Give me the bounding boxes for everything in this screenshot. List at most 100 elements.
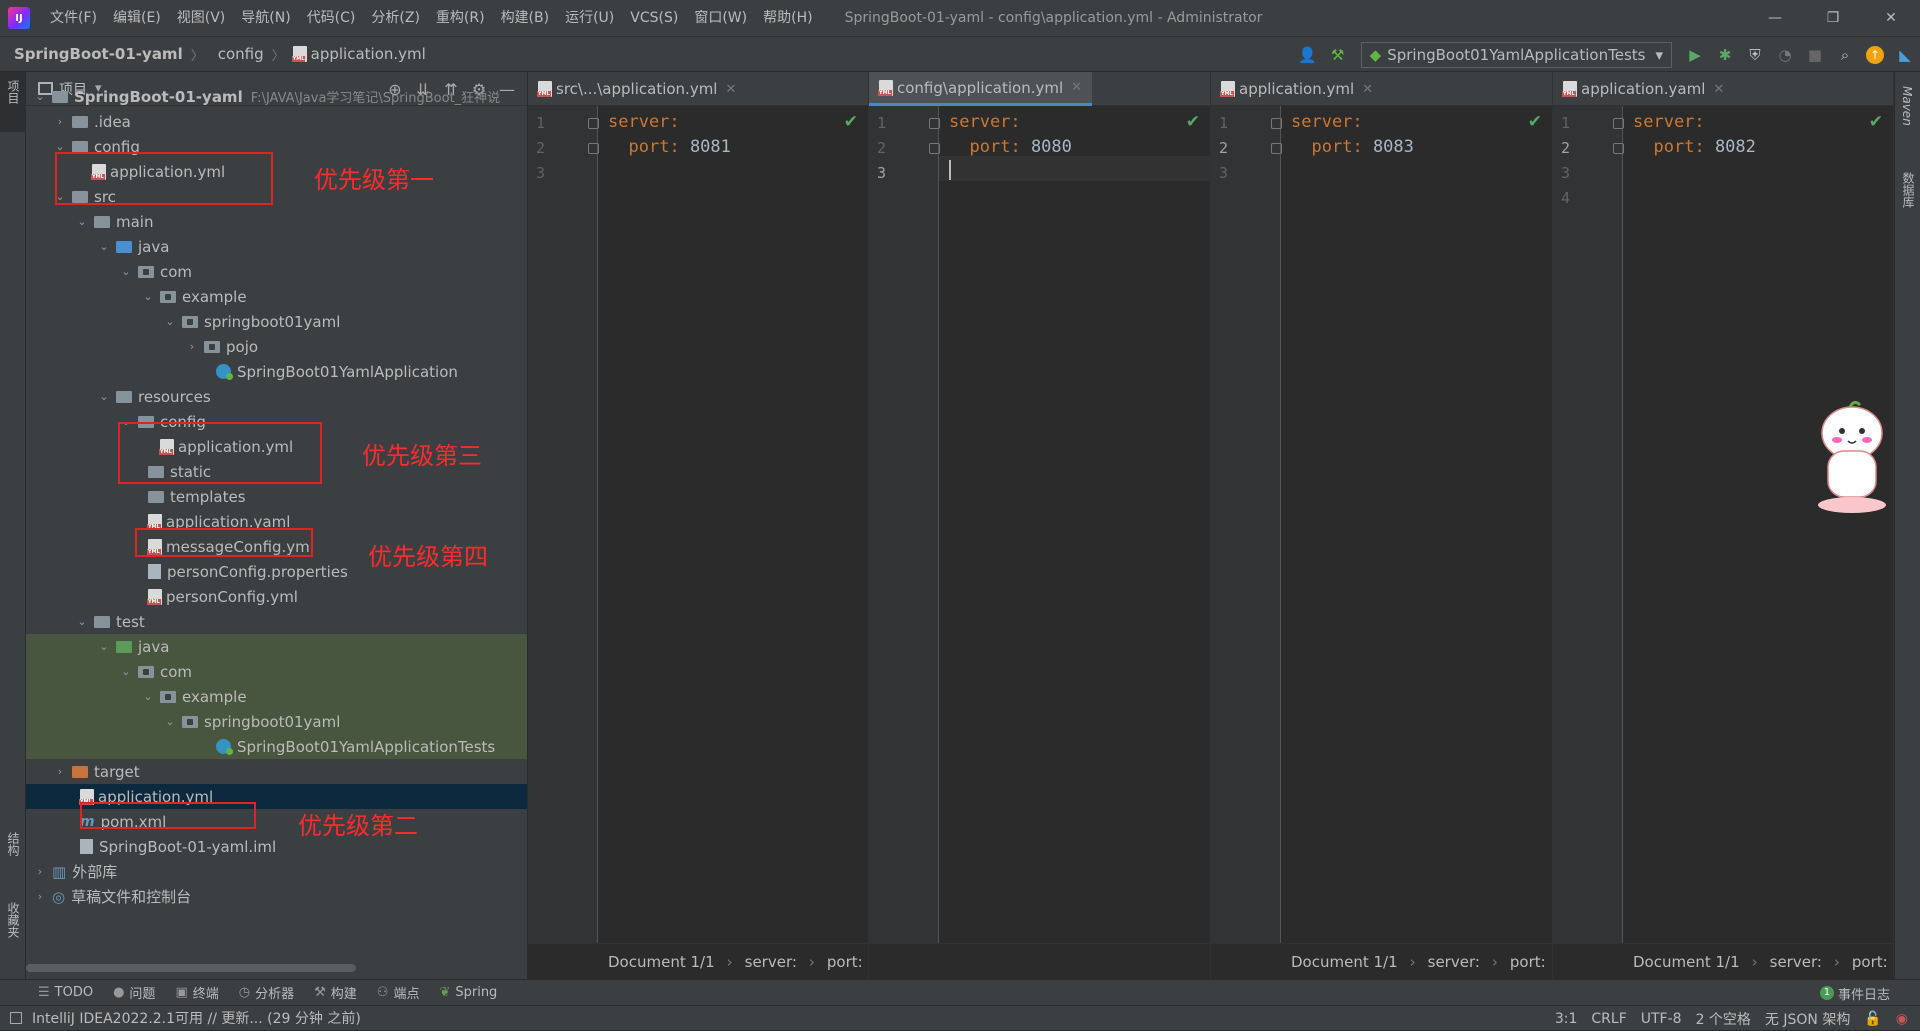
- tree-item-main[interactable]: ⌄ main: [26, 209, 527, 234]
- tree-item-pojo[interactable]: › pojo: [26, 334, 527, 359]
- breadcrumb-document[interactable]: Document 1/1: [608, 953, 715, 971]
- fold-icon[interactable]: [929, 118, 940, 129]
- json-schema[interactable]: 无 JSON 架构: [1765, 1009, 1850, 1029]
- inspection-ok-icon[interactable]: ✔: [844, 112, 858, 132]
- stop-icon[interactable]: ■: [1802, 42, 1828, 68]
- menu-view[interactable]: 视图(V): [169, 0, 234, 36]
- breadcrumb-server[interactable]: server:: [1770, 953, 1822, 971]
- profile-icon[interactable]: ◔: [1772, 42, 1798, 68]
- coverage-icon[interactable]: ⛨: [1742, 42, 1768, 68]
- inspection-icon[interactable]: ◉: [1896, 1011, 1908, 1027]
- close-icon[interactable]: ✕: [1071, 80, 1082, 95]
- tree-item-test-example[interactable]: ⌄ example: [26, 684, 527, 709]
- menu-analyze[interactable]: 分析(Z): [363, 0, 428, 36]
- update-icon[interactable]: ↑: [1862, 42, 1888, 68]
- structure-tool-tab[interactable]: 结构: [5, 832, 22, 856]
- code-line-1[interactable]: server:: [1291, 112, 1363, 132]
- breadcrumb-document[interactable]: Document 1/1: [1633, 953, 1740, 971]
- menu-edit[interactable]: 编辑(E): [105, 0, 169, 36]
- tree-item-com[interactable]: ⌄ com: [26, 259, 527, 284]
- close-icon[interactable]: ✕: [1362, 82, 1373, 97]
- menu-file[interactable]: 文件(F): [42, 0, 105, 36]
- tree-item-test[interactable]: ⌄ test: [26, 609, 527, 634]
- minimize-icon[interactable]: —: [1746, 0, 1804, 36]
- tree-item-application-class[interactable]: SpringBoot01YamlApplication: [26, 359, 527, 384]
- breadcrumb-port[interactable]: port:: [1852, 953, 1888, 971]
- editor-tab-root-application-yml[interactable]: application.yml ✕: [1211, 72, 1383, 106]
- run-icon[interactable]: ▶: [1682, 42, 1708, 68]
- tree-item-java[interactable]: ⌄ java: [26, 234, 527, 259]
- code-line-2[interactable]: port: 8082: [1633, 137, 1755, 157]
- tree-item-personconfig-yml[interactable]: personConfig.yml: [26, 584, 527, 609]
- breadcrumb-port[interactable]: port:: [827, 953, 863, 971]
- fold-end-icon[interactable]: [588, 143, 599, 154]
- build-hammer-icon[interactable]: ⚒: [1325, 42, 1351, 68]
- user-icon[interactable]: 👤: [1295, 42, 1321, 68]
- status-message[interactable]: IntelliJ IDEA2022.2.1可用 // 更新... (29 分钟 …: [32, 1008, 361, 1028]
- menu-run[interactable]: 运行(U): [557, 0, 622, 36]
- breadcrumb-document[interactable]: Document 1/1: [1291, 953, 1398, 971]
- menu-navigate[interactable]: 导航(N): [233, 0, 298, 36]
- tool-terminal[interactable]: ▣ 终端: [175, 983, 218, 1002]
- close-icon[interactable]: ✕: [725, 82, 736, 97]
- menu-help[interactable]: 帮助(H): [755, 0, 820, 36]
- tree-item-springboot01yaml[interactable]: ⌄ springboot01yaml: [26, 309, 527, 334]
- fold-icon[interactable]: [1271, 118, 1282, 129]
- menu-code[interactable]: 代码(C): [299, 0, 364, 36]
- tool-todo[interactable]: ☰ TODO: [38, 985, 93, 1000]
- tool-problems[interactable]: ● 问题: [113, 983, 155, 1002]
- tool-endpoints[interactable]: ⚇ 端点: [377, 983, 420, 1002]
- maven-tool-tab[interactable]: Maven: [1900, 86, 1914, 126]
- inspection-ok-icon[interactable]: ✔: [1528, 112, 1542, 132]
- tool-spring[interactable]: ❦ Spring: [439, 985, 497, 1000]
- tree-item-test-java[interactable]: ⌄ java: [26, 634, 527, 659]
- code-line-1[interactable]: server:: [949, 112, 1021, 132]
- editor-tab-config-application-yml[interactable]: config\application.yml ✕: [869, 72, 1093, 106]
- code-line-2[interactable]: port: 8080: [949, 137, 1071, 157]
- restore-icon[interactable]: ❐: [1804, 0, 1862, 36]
- database-tool-tab[interactable]: 数据库: [1900, 172, 1917, 208]
- tree-item-test-springboot01yaml[interactable]: ⌄ springboot01yaml: [26, 709, 527, 734]
- lock-icon[interactable]: 🔓: [1864, 1011, 1881, 1027]
- debug-icon[interactable]: ✱: [1712, 42, 1738, 68]
- editor-tab-application-yaml[interactable]: application.yaml ✕: [1553, 72, 1734, 106]
- toggle-tool-windows-icon[interactable]: [10, 1012, 22, 1024]
- fold-end-icon[interactable]: [1271, 143, 1282, 154]
- editor-tab-src-application-yml[interactable]: src\...\application.yml ✕: [528, 72, 746, 106]
- tree-item-iml[interactable]: SpringBoot-01-yaml.iml: [26, 834, 527, 859]
- inspection-ok-icon[interactable]: ✔: [1869, 112, 1883, 132]
- breadcrumb-server[interactable]: server:: [1428, 953, 1480, 971]
- tree-item-example[interactable]: ⌄ example: [26, 284, 527, 309]
- tree-item-test-class[interactable]: SpringBoot01YamlApplicationTests: [26, 734, 527, 759]
- breadcrumb-config[interactable]: config: [204, 45, 264, 63]
- code-line-2[interactable]: port: 8081: [608, 137, 730, 157]
- menu-refactor[interactable]: 重构(R): [428, 0, 493, 36]
- line-separator[interactable]: CRLF: [1591, 1011, 1626, 1027]
- tree-item-external-libraries[interactable]: › ▥ 外部库: [26, 859, 527, 884]
- menu-build[interactable]: 构建(B): [493, 0, 558, 36]
- close-icon[interactable]: ✕: [1862, 0, 1920, 36]
- tree-item-target[interactable]: › target: [26, 759, 527, 784]
- run-config-select[interactable]: ◆ SpringBoot01YamlApplicationTests ▾: [1360, 42, 1672, 68]
- event-log-button[interactable]: 1 事件日志: [1819, 980, 1890, 1006]
- menu-window[interactable]: 窗口(W): [686, 0, 755, 36]
- tree-item-test-com[interactable]: ⌄ com: [26, 659, 527, 684]
- code-line-2[interactable]: port: 8083: [1291, 137, 1413, 157]
- bookmarks-tool-tab[interactable]: 收藏夹: [5, 902, 22, 938]
- inspection-ok-icon[interactable]: ✔: [1186, 112, 1200, 132]
- project-tool-tab[interactable]: 项目: [5, 80, 22, 104]
- breadcrumb-port[interactable]: port:: [1510, 953, 1546, 971]
- breadcrumb-file[interactable]: application.yml: [285, 45, 426, 63]
- caret-position[interactable]: 3:1: [1555, 1011, 1578, 1027]
- fold-end-icon[interactable]: [1613, 143, 1624, 154]
- menu-vcs[interactable]: VCS(S): [622, 0, 686, 36]
- breadcrumb-server[interactable]: server:: [745, 953, 797, 971]
- fold-icon[interactable]: [588, 118, 599, 129]
- tree-item-scratches[interactable]: › ◎ 草稿文件和控制台: [26, 884, 527, 909]
- fold-end-icon[interactable]: [929, 143, 940, 154]
- file-encoding[interactable]: UTF-8: [1641, 1011, 1682, 1027]
- horizontal-scrollbar[interactable]: [26, 964, 356, 972]
- code-line-1[interactable]: server:: [608, 112, 680, 132]
- breadcrumb-project[interactable]: SpringBoot-01-yaml: [0, 45, 183, 63]
- tree-item-idea[interactable]: › .idea: [26, 109, 527, 134]
